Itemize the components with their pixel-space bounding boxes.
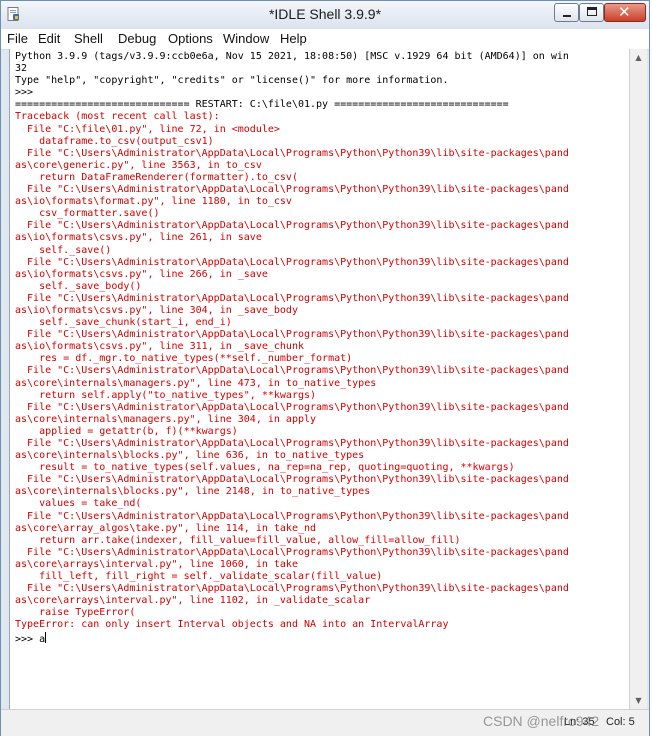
- traceback-line: applied = getattr(b, f)(**kwargs): [15, 425, 238, 437]
- close-button[interactable]: ✕: [604, 3, 646, 22]
- traceback-line: dataframe.to_csv(output_csv1): [15, 135, 214, 147]
- traceback-line: as\core\internals\managers.py", line 473…: [15, 377, 377, 389]
- menu-help[interactable]: Help: [280, 31, 307, 46]
- traceback-line: File "C:\Users\Administrator\AppData\Loc…: [15, 220, 569, 232]
- minimize-button[interactable]: [554, 3, 579, 22]
- traceback-line: File "C:\Users\Administrator\AppData\Loc…: [15, 329, 569, 341]
- traceback-line: File "C:\Users\Administrator\AppData\Loc…: [15, 583, 569, 595]
- maximize-icon: [587, 7, 597, 16]
- traceback-line: File "C:\Users\Administrator\AppData\Loc…: [15, 438, 569, 449]
- scroll-up-arrow-icon[interactable]: ▲: [630, 49, 647, 66]
- traceback-line: File "C:\file\01.py", line 72, in <modul…: [15, 123, 280, 135]
- traceback-line: res = df._mgr.to_native_types(**self._nu…: [15, 353, 353, 365]
- traceback-line: return arr.take(indexer, fill_value=fill…: [15, 534, 461, 546]
- traceback-line: as\core\generic.py", line 3563, in to_cs…: [15, 159, 262, 171]
- traceback-line: as\core\internals\blocks.py", line 2148,…: [15, 486, 371, 498]
- traceback-line: File "C:\Users\Administrator\AppData\Loc…: [15, 365, 569, 377]
- menu-window[interactable]: Window: [223, 31, 269, 46]
- traceback-line: csv_formatter.save(): [15, 208, 160, 220]
- output-line: ============================= RESTART: C…: [15, 99, 509, 111]
- traceback-line: as\core\internals\managers.py", line 304…: [15, 413, 317, 425]
- vertical-scrollbar[interactable]: ▲ ▼: [629, 49, 647, 709]
- traceback-line: as\io\formats\csvs.py", line 311, in _sa…: [15, 341, 304, 353]
- output-line: Type "help", "copyright", "credits" or "…: [15, 75, 449, 87]
- traceback-line: File "C:\Users\Administrator\AppData\Loc…: [15, 401, 569, 413]
- menu-bar: File Edit Shell Debug Options Window Hel…: [1, 29, 649, 50]
- minimize-icon: [563, 15, 571, 17]
- scroll-down-arrow-icon[interactable]: ▼: [630, 692, 647, 709]
- traceback-line: self._save(): [15, 244, 112, 256]
- menu-options[interactable]: Options: [168, 31, 213, 46]
- traceback-line: File "C:\Users\Administrator\AppData\Loc…: [15, 147, 569, 159]
- close-icon: ✕: [618, 3, 631, 21]
- traceback-line: as\core\arrays\interval.py", line 1060, …: [15, 558, 298, 570]
- traceback-line: as\core\arrays\interval.py", line 1102, …: [15, 595, 371, 607]
- menu-edit[interactable]: Edit: [38, 31, 60, 46]
- maximize-button[interactable]: [579, 3, 604, 22]
- traceback-line: as\io\formats\csvs.py", line 304, in _sa…: [15, 304, 298, 316]
- traceback-line: as\core\array_algos\take.py", line 114, …: [15, 522, 317, 534]
- output-line: >>> a: [15, 633, 46, 645]
- traceback-line: return self.apply("to_native_types", **k…: [15, 389, 317, 401]
- traceback-line: File "C:\Users\Administrator\AppData\Loc…: [15, 546, 569, 558]
- shell-text-area[interactable]: Python 3.9.9 (tags/v3.9.9:ccb0e6a, Nov 1…: [9, 49, 630, 709]
- traceback-line: Traceback (most recent call last):: [15, 111, 220, 123]
- traceback-line: File "C:\Users\Administrator\AppData\Loc…: [15, 292, 569, 304]
- menu-debug[interactable]: Debug: [118, 31, 156, 46]
- traceback-line: as\io\formats\csvs.py", line 261, in sav…: [15, 232, 262, 244]
- idle-shell-window: *IDLE Shell 3.9.9* ✕ File Edit Shell Deb…: [0, 0, 650, 736]
- traceback-line: File "C:\Users\Administrator\AppData\Loc…: [15, 256, 569, 268]
- traceback-line: self._save_chunk(start_i, end_i): [15, 317, 232, 329]
- menu-shell[interactable]: Shell: [74, 31, 103, 46]
- traceback-line: File "C:\Users\Administrator\AppData\Loc…: [15, 474, 569, 486]
- traceback-line: values = take_nd(: [15, 498, 142, 510]
- window-title: *IDLE Shell 3.9.9*: [268, 6, 382, 22]
- traceback-line: File "C:\Users\Administrator\AppData\Loc…: [15, 184, 569, 196]
- shell-output[interactable]: Python 3.9.9 (tags/v3.9.9:ccb0e6a, Nov 1…: [10, 49, 630, 646]
- traceback-line: result = to_native_types(self.values, na…: [15, 462, 515, 474]
- output-line: 32: [15, 63, 28, 75]
- status-column: Col: 5: [606, 716, 635, 728]
- menu-file[interactable]: File: [7, 31, 28, 46]
- watermark: CSDN @nelfro942: [483, 713, 600, 729]
- traceback-line: as\io\formats\csvs.py", line 266, in _sa…: [15, 268, 268, 280]
- output-line: >>>: [15, 87, 40, 99]
- title-bar[interactable]: *IDLE Shell 3.9.9* ✕: [1, 1, 649, 30]
- text-cursor: [45, 631, 47, 643]
- traceback-line: File "C:\Users\Administrator\AppData\Loc…: [15, 510, 569, 522]
- traceback-line: TypeError: can only insert Interval obje…: [15, 619, 449, 631]
- traceback-line: self._save_body(): [15, 280, 142, 292]
- traceback-line: raise TypeError(: [15, 607, 136, 619]
- traceback-line: return DataFrameRenderer(formatter).to_c…: [15, 171, 298, 183]
- output-line: Python 3.9.9 (tags/v3.9.9:ccb0e6a, Nov 1…: [15, 51, 569, 62]
- traceback-line: as\io\formats\format.py", line 1180, in …: [15, 196, 292, 208]
- traceback-line: fill_left, fill_right = self._validate_s…: [15, 571, 383, 583]
- traceback-line: as\core\internals\blocks.py", line 636, …: [15, 450, 365, 462]
